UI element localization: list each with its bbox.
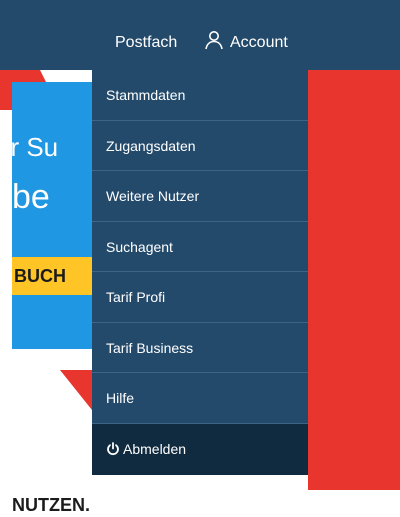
menu-item-tarif-business[interactable]: Tarif Business	[92, 323, 308, 373]
hero-cta-button[interactable]: BUCH	[12, 257, 98, 295]
top-navigation: Postfach Account	[0, 0, 400, 70]
hero-headline-line2: be	[12, 178, 50, 216]
account-label: Account	[230, 34, 288, 51]
section-heading-fragment: NUTZEN.	[12, 495, 90, 515]
menu-item-suchagent[interactable]: Suchagent	[92, 222, 308, 272]
hero-headline-line1: er Su	[12, 132, 59, 162]
menu-item-weitere-nutzer[interactable]: Weitere Nutzer	[92, 171, 308, 222]
account-dropdown-menu: Stammdaten Zugangsdaten Weitere Nutzer S…	[92, 70, 308, 475]
menu-item-abmelden[interactable]: Abmelden	[92, 423, 308, 475]
hero-banner: er Su be BUCH	[12, 82, 98, 349]
menu-item-stammdaten[interactable]: Stammdaten	[92, 70, 308, 121]
menu-item-tarif-profi[interactable]: Tarif Profi	[92, 272, 308, 323]
power-icon	[107, 441, 119, 455]
abmelden-label: Abmelden	[123, 440, 187, 457]
menu-item-zugangsdaten[interactable]: Zugangsdaten	[92, 121, 308, 171]
account-menu-trigger[interactable]: Account	[204, 0, 288, 70]
menu-item-hilfe[interactable]: Hilfe	[92, 373, 308, 424]
user-icon	[205, 31, 223, 50]
postfach-link[interactable]: Postfach	[115, 0, 177, 70]
